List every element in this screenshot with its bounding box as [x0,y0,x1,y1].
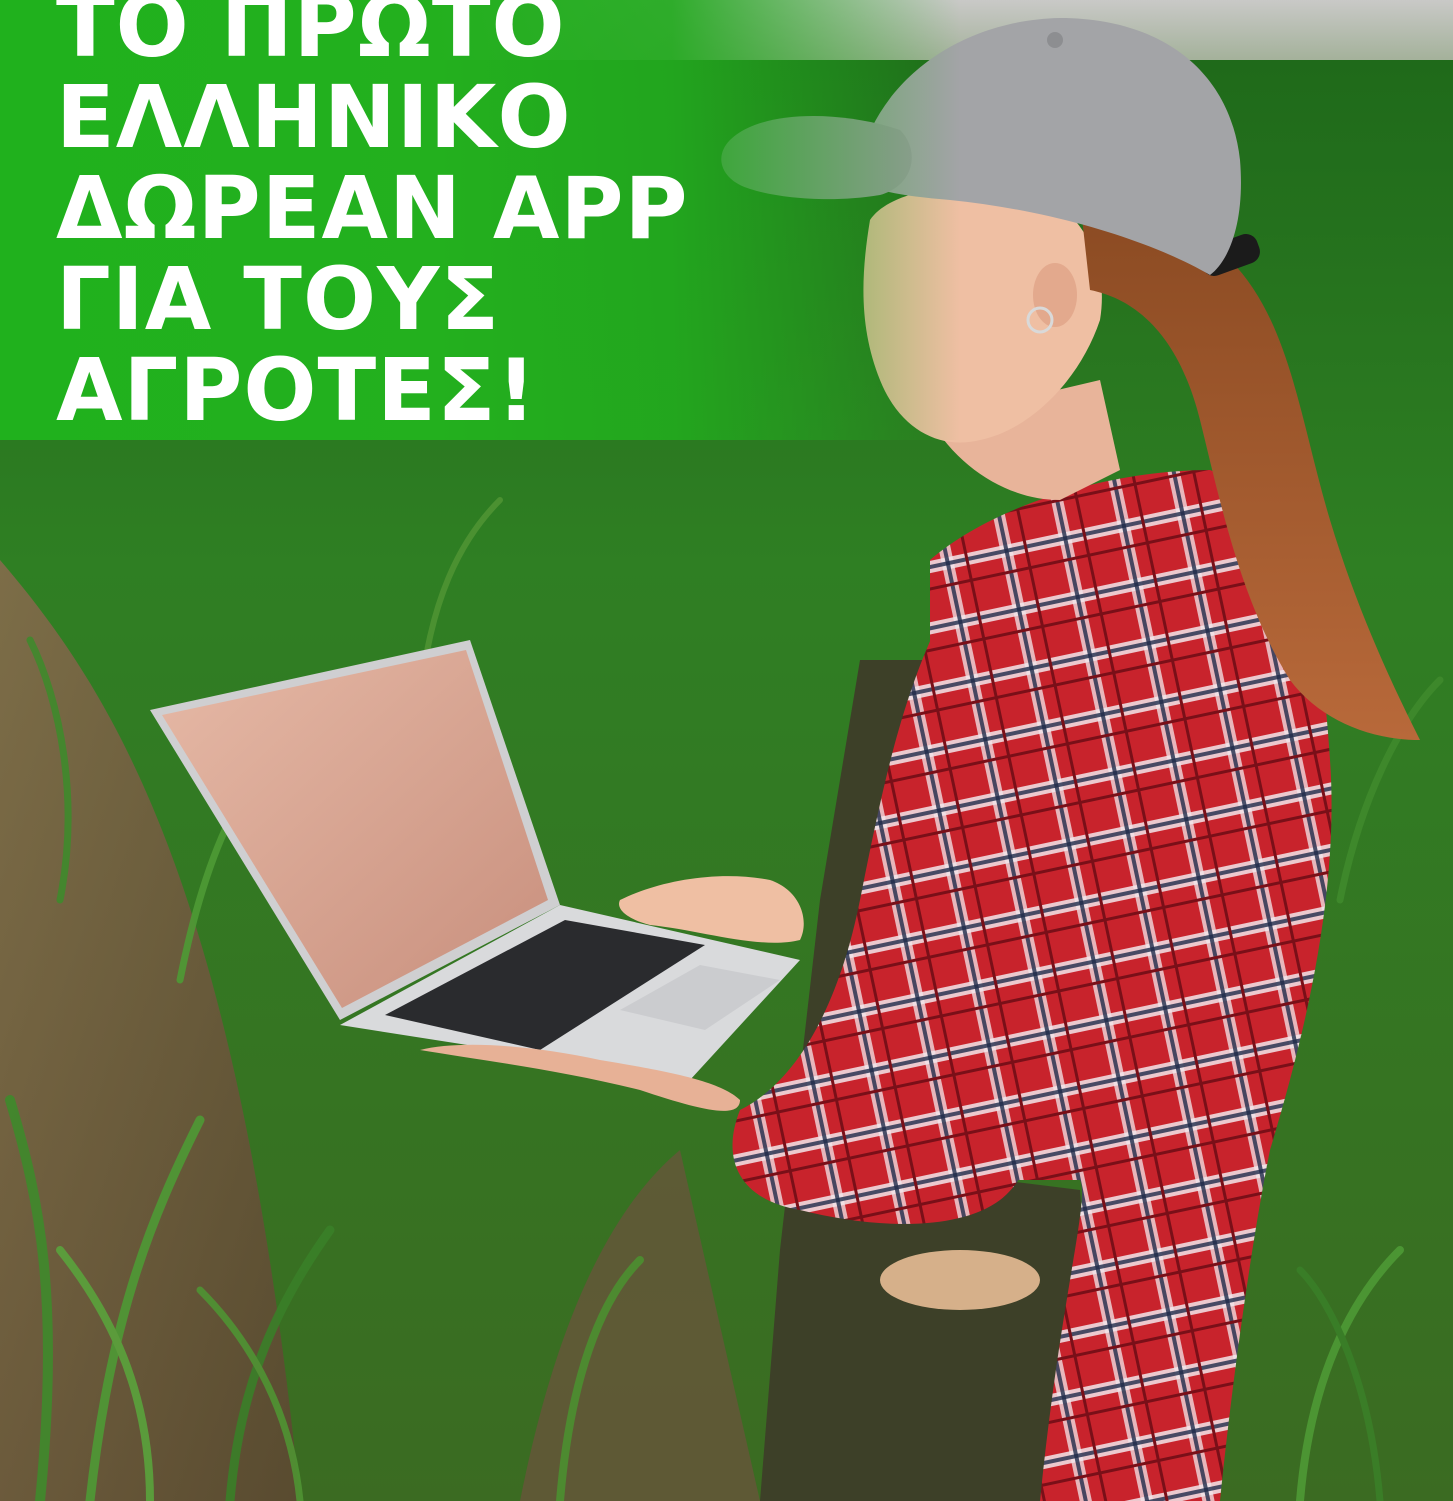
headline-line-1: ΤΟ ΠΡΩΤΟ [56,0,566,77]
headline-banner: ΤΟ ΠΡΩΤΟ ΕΛΛΗΝΙΚΟ ΔΩΡΕΑΝ APP ΓΙΑ ΤΟΥΣ ΑΓ… [0,0,960,440]
headline-line-4: ΓΙΑ ΤΟΥΣ [56,250,501,350]
headline-line-3: ΔΩΡΕΑΝ APP [56,159,689,259]
headline: ΤΟ ΠΡΩΤΟ ΕΛΛΗΝΙΚΟ ΔΩΡΕΑΝ APP ΓΙΑ ΤΟΥΣ ΑΓ… [56,0,689,441]
poster: ΤΟ ΠΡΩΤΟ ΕΛΛΗΝΙΚΟ ΔΩΡΕΑΝ APP ΓΙΑ ΤΟΥΣ ΑΓ… [0,0,1453,1501]
headline-line-5: ΑΓΡΟΤΕΣ! [56,341,537,441]
headline-line-2: ΕΛΛΗΝΙΚΟ [56,68,572,168]
